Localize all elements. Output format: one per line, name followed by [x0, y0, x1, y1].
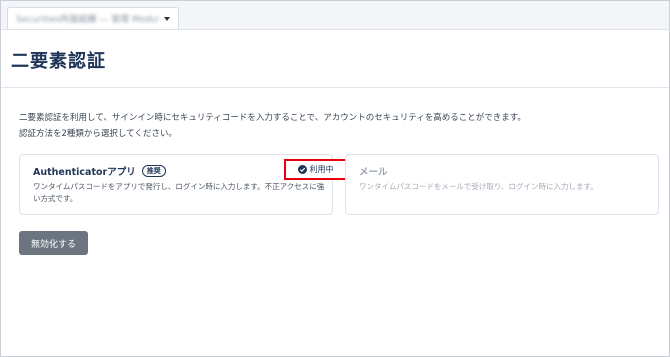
method-title-authenticator: Authenticatorアプリ 推奨 — [33, 164, 166, 178]
recommended-badge: 推奨 — [141, 165, 166, 177]
status-badge: 利用中 — [284, 159, 347, 180]
account-selector-label: Securities所属組織 — 管理 Module — [16, 15, 158, 25]
method-title-text: メール — [359, 167, 388, 178]
page-description: 二要素認証を利用して、サインイン時にセキュリティコードを入力することで、アカウン… — [19, 110, 649, 142]
account-selector[interactable]: Securities所属組織 — 管理 Module — [7, 7, 179, 29]
app-window: Securities所属組織 — 管理 Module 二要素認証 二要素認証を利… — [0, 0, 670, 357]
description-line-2: 認証方法を2種類から選択してください。 — [19, 129, 177, 139]
method-title-text: Authenticatorアプリ — [33, 167, 136, 178]
page-header: 二要素認証 — [1, 30, 669, 88]
method-title-email: メール — [359, 164, 388, 178]
chevron-down-icon — [164, 16, 170, 21]
status-label: 利用中 — [309, 165, 334, 174]
method-card-email[interactable]: メール ワンタイムパスコードをメールで受け取り、ログイン時に入力します。 — [345, 154, 659, 215]
page-title: 二要素認証 — [11, 51, 106, 72]
check-circle-icon — [297, 165, 307, 174]
method-description-authenticator: ワンタイムパスコードをアプリで発行し、ログイン時に入力します。不正アクセスに強い… — [33, 182, 325, 203]
method-description-email: ワンタイムパスコードをメールで受け取り、ログイン時に入力します。 — [359, 182, 598, 191]
disable-button[interactable]: 無効化する — [19, 231, 88, 255]
top-bar: Securities所属組織 — 管理 Module — [1, 1, 669, 30]
method-card-authenticator[interactable]: Authenticatorアプリ 推奨 ワンタイムパスコードをアプリで発行し、ロ… — [19, 154, 347, 215]
description-line-1: 二要素認証を利用して、サインイン時にセキュリティコードを入力することで、アカウン… — [19, 113, 526, 123]
